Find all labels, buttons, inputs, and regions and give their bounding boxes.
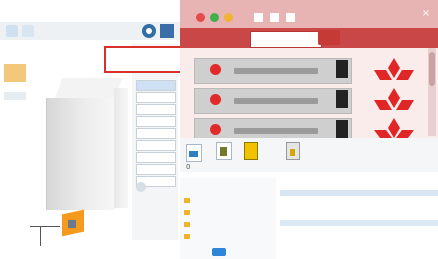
result-row-label xyxy=(234,98,318,104)
document-icon[interactable] xyxy=(186,144,202,162)
property-field[interactable] xyxy=(136,140,176,151)
red-mark-icon xyxy=(374,88,414,110)
side-label xyxy=(4,92,26,100)
search-label xyxy=(196,34,246,42)
model-side-face xyxy=(114,88,128,208)
file-row-highlight xyxy=(280,220,438,226)
axis-line xyxy=(40,226,41,246)
red-mark-icon xyxy=(374,118,414,138)
property-field[interactable] xyxy=(136,80,176,91)
window-close-dot[interactable] xyxy=(196,13,205,22)
close-icon[interactable]: × xyxy=(420,8,432,20)
tree-item[interactable] xyxy=(194,198,264,204)
window-tool-icon[interactable] xyxy=(270,13,279,22)
tree-item[interactable] xyxy=(194,222,264,228)
axis-label xyxy=(92,238,110,246)
model-front-face xyxy=(46,98,115,210)
search-button[interactable] xyxy=(318,30,340,45)
scrollbar-thumb[interactable] xyxy=(429,52,435,86)
file-row[interactable] xyxy=(280,210,438,216)
part-icon xyxy=(336,120,348,138)
refresh-icon[interactable] xyxy=(136,182,146,192)
grid-icon[interactable] xyxy=(22,25,34,37)
side-label xyxy=(4,44,26,52)
file-row[interactable] xyxy=(280,230,438,236)
dimension-label xyxy=(28,154,40,162)
side-swatch xyxy=(4,64,26,82)
tree-item[interactable] xyxy=(194,186,264,192)
search-input[interactable] xyxy=(250,31,322,48)
property-field[interactable] xyxy=(136,152,176,163)
property-field[interactable] xyxy=(136,104,176,115)
tree-item[interactable] xyxy=(194,234,264,240)
window-tool-icon[interactable] xyxy=(286,13,295,22)
part-icon xyxy=(336,90,348,108)
status-dot xyxy=(210,64,221,75)
axis-label xyxy=(20,238,38,246)
gear-icon[interactable] xyxy=(142,24,156,38)
folder-icon xyxy=(184,234,190,239)
folder-icon xyxy=(184,198,190,203)
property-field[interactable] xyxy=(136,92,176,103)
property-field[interactable] xyxy=(136,128,176,139)
axis-label xyxy=(36,226,54,234)
file-row[interactable] xyxy=(280,240,438,246)
drawing-icon[interactable] xyxy=(216,142,232,160)
red-mark-icon xyxy=(374,58,414,80)
orientation-cube-face xyxy=(68,220,76,228)
assembly-file-icon[interactable] xyxy=(286,142,300,160)
result-row-label xyxy=(234,128,318,134)
property-field[interactable] xyxy=(136,164,176,175)
file-row[interactable] xyxy=(280,190,438,196)
result-row-label xyxy=(234,68,318,74)
save-icon[interactable] xyxy=(6,25,18,37)
search-button-label xyxy=(321,33,337,41)
part-file-icon[interactable] xyxy=(244,142,258,160)
window-maximize-dot[interactable] xyxy=(210,13,219,22)
app-title xyxy=(6,6,126,16)
folder-icon xyxy=(184,210,190,215)
dialog-title xyxy=(300,11,400,20)
file-row[interactable] xyxy=(280,200,438,206)
document-icon-label: 0 xyxy=(186,163,191,170)
property-field[interactable] xyxy=(136,116,176,127)
window-tool-icon[interactable] xyxy=(254,13,263,22)
status-dot xyxy=(210,124,221,135)
part-icon xyxy=(336,60,348,78)
folder-icon xyxy=(184,222,190,227)
axis-line xyxy=(30,226,60,227)
layout-icon[interactable] xyxy=(160,24,174,38)
tree-item[interactable] xyxy=(194,210,264,216)
window-minimize-dot[interactable] xyxy=(224,13,233,22)
status-dot xyxy=(210,94,221,105)
file-row[interactable] xyxy=(280,180,438,186)
selected-badge xyxy=(212,248,226,256)
